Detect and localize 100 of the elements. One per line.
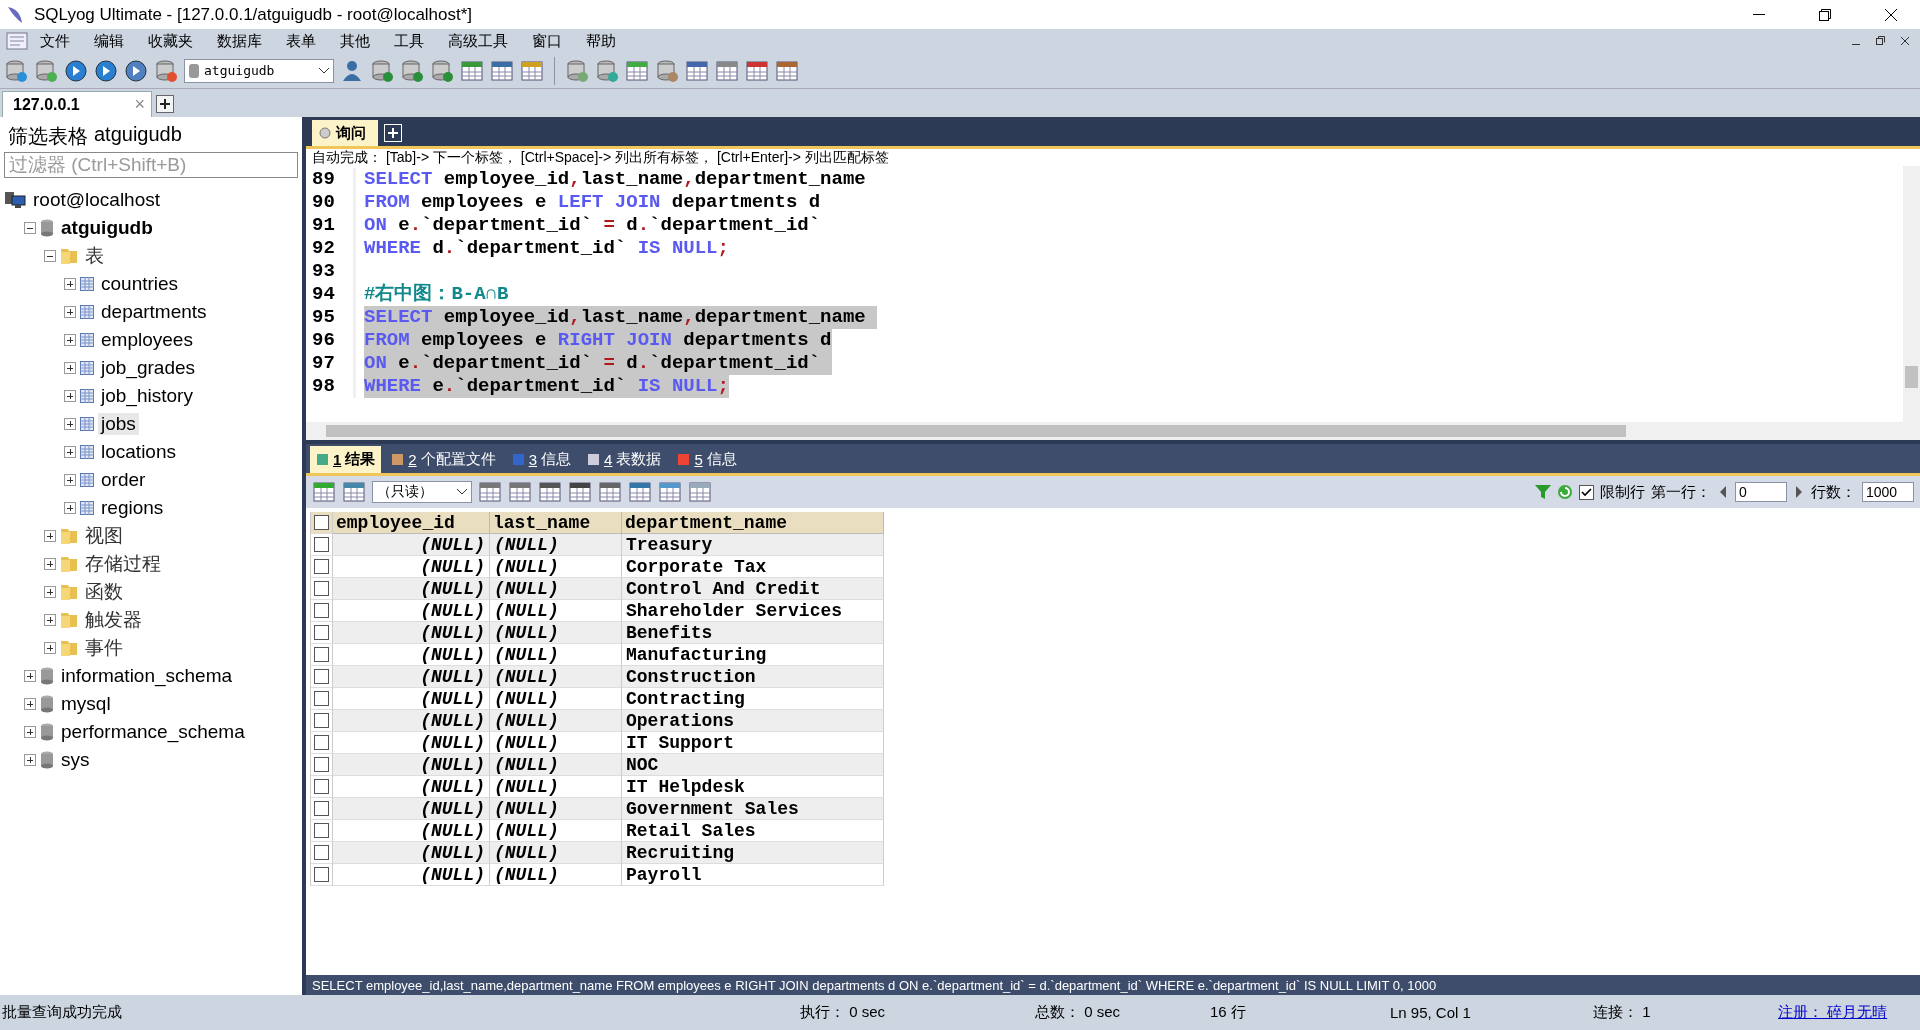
row-checkbox[interactable] — [314, 757, 329, 772]
result-tab[interactable]: 4 表数据 — [581, 446, 668, 473]
expand-toggle[interactable] — [64, 362, 76, 374]
row-checkbox[interactable] — [314, 735, 329, 750]
menu-item[interactable]: 编辑 — [82, 31, 136, 51]
expand-toggle[interactable] — [44, 614, 56, 626]
row-checkbox[interactable] — [314, 867, 329, 882]
tree-item[interactable]: root@localhost — [30, 189, 164, 211]
tree-item[interactable]: regions — [98, 497, 167, 519]
register-link[interactable]: 注册： 碎月无晴 — [1778, 1003, 1888, 1022]
execute-all-icon[interactable] — [94, 58, 118, 83]
menu-item[interactable]: 工具 — [382, 31, 436, 51]
row-checkbox[interactable] — [314, 713, 329, 728]
expand-toggle[interactable] — [64, 418, 76, 430]
next-icon[interactable] — [1793, 484, 1805, 500]
expand-toggle[interactable] — [64, 278, 76, 290]
close-icon[interactable] — [1900, 36, 1910, 46]
menu-item[interactable]: 数据库 — [205, 31, 274, 51]
row-checkbox[interactable] — [314, 559, 329, 574]
row-checkbox[interactable] — [314, 691, 329, 706]
first-row-field[interactable]: 0 — [1735, 482, 1787, 502]
select-all-checkbox[interactable] — [314, 515, 329, 530]
expand-toggle[interactable] — [64, 334, 76, 346]
row-checkbox[interactable] — [314, 603, 329, 618]
tree-item[interactable]: countries — [98, 273, 182, 295]
tree-item[interactable]: performance_schema — [58, 721, 248, 743]
row-count-field[interactable]: 1000 — [1862, 482, 1914, 502]
tree-item[interactable]: 触发器 — [82, 607, 145, 633]
menu-item[interactable]: 收藏夹 — [136, 31, 205, 51]
close-tab-button[interactable]: × — [134, 94, 145, 115]
tree-item[interactable]: 视图 — [82, 523, 126, 549]
expand-toggle[interactable] — [24, 726, 36, 738]
filter-field[interactable]: 过滤器 (Ctrl+Shift+B) — [4, 152, 298, 178]
tree-item[interactable]: departments — [98, 301, 210, 323]
row-checkbox[interactable] — [314, 581, 329, 596]
result-tab[interactable]: 5 信息 — [671, 446, 743, 473]
limit-checkbox[interactable] — [1579, 484, 1594, 500]
tree-item[interactable]: locations — [98, 441, 179, 463]
row-checkbox[interactable] — [314, 845, 329, 860]
menu-item[interactable]: 其他 — [328, 31, 382, 51]
menu-item[interactable]: 表单 — [274, 31, 328, 51]
menu-item[interactable]: 窗口 — [520, 31, 574, 51]
connection-tab[interactable]: 127.0.0.1 × — [2, 91, 152, 117]
row-checkbox[interactable] — [314, 669, 329, 684]
tree-item[interactable]: jobs — [98, 413, 139, 435]
table-icon[interactable] — [490, 58, 514, 83]
row-checkbox[interactable] — [314, 823, 329, 838]
result-tab[interactable]: 3 信息 — [505, 446, 578, 473]
tree-item[interactable]: order — [98, 469, 149, 491]
close-icon[interactable] — [1884, 7, 1898, 22]
result-tab[interactable]: 1 结果 — [310, 446, 382, 473]
filter-icon[interactable] — [1535, 484, 1551, 500]
database-select[interactable]: atguigudb — [184, 58, 334, 83]
user-icon[interactable] — [340, 58, 364, 83]
row-checkbox[interactable] — [314, 801, 329, 816]
expand-toggle[interactable] — [64, 474, 76, 486]
column-header[interactable]: employee_id — [333, 512, 490, 534]
tree-item[interactable]: job_grades — [98, 357, 199, 379]
expand-toggle[interactable] — [64, 390, 76, 402]
tree-item[interactable]: sys — [58, 749, 93, 771]
tree-item[interactable]: 事件 — [82, 635, 126, 661]
tree-item[interactable]: 存储过程 — [82, 551, 164, 577]
mode-select[interactable]: （只读） — [372, 481, 472, 503]
tree-item[interactable]: 表 — [82, 243, 107, 269]
minimize-icon[interactable] — [1753, 13, 1765, 16]
expand-toggle[interactable] — [24, 754, 36, 766]
expand-toggle[interactable] — [44, 558, 56, 570]
tree-item[interactable]: job_history — [98, 385, 196, 407]
tree-item[interactable]: atguigudb — [58, 217, 156, 239]
tree-item[interactable]: information_schema — [58, 665, 236, 687]
tree-item[interactable]: employees — [98, 329, 196, 351]
expand-toggle[interactable] — [64, 446, 76, 458]
row-checkbox[interactable] — [314, 537, 329, 552]
result-tab[interactable]: 2 个配置文件 — [385, 446, 502, 473]
row-checkbox[interactable] — [314, 647, 329, 662]
expand-toggle[interactable] — [44, 530, 56, 542]
column-header[interactable]: department_name — [622, 512, 884, 534]
expand-toggle[interactable] — [24, 670, 36, 682]
collapse-toggle[interactable] — [44, 250, 56, 262]
tree-item[interactable]: mysql — [58, 693, 114, 715]
menu-item[interactable]: 高级工具 — [436, 31, 520, 51]
row-checkbox[interactable] — [314, 625, 329, 640]
query-tab[interactable]: 询问 — [312, 120, 378, 146]
menu-item[interactable]: 帮助 — [574, 31, 628, 51]
new-tab-button[interactable] — [156, 95, 174, 113]
vertical-scrollbar[interactable] — [1903, 166, 1920, 422]
collapse-toggle[interactable] — [24, 222, 36, 234]
new-query-tab-button[interactable] — [384, 124, 402, 142]
horizontal-scrollbar[interactable] — [306, 422, 1920, 440]
tree-item[interactable]: 函数 — [82, 579, 126, 605]
menu-item[interactable]: 文件 — [28, 31, 82, 51]
execute-icon[interactable] — [64, 58, 88, 83]
grid-view-icon[interactable] — [628, 480, 652, 504]
expand-toggle[interactable] — [24, 698, 36, 710]
expand-toggle[interactable] — [44, 642, 56, 654]
row-checkbox[interactable] — [314, 779, 329, 794]
column-header[interactable]: last_name — [490, 512, 622, 534]
expand-toggle[interactable] — [44, 586, 56, 598]
expand-toggle[interactable] — [64, 306, 76, 318]
expand-toggle[interactable] — [64, 502, 76, 514]
